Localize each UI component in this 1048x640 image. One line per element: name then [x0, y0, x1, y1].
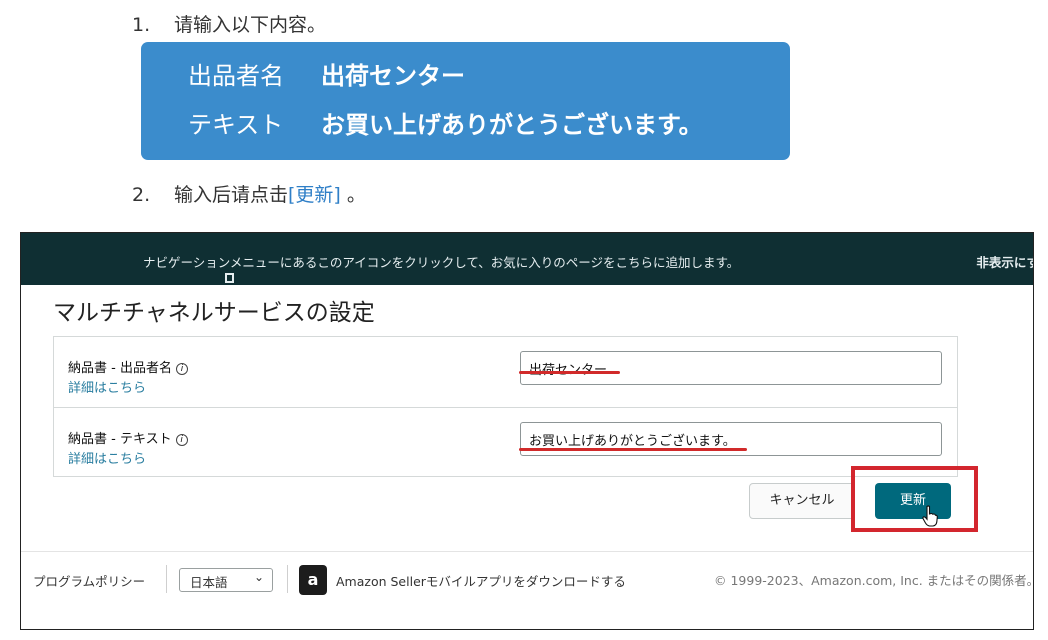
- program-policy-link[interactable]: プログラムポリシー: [33, 571, 145, 590]
- annotation-underline: [519, 448, 747, 451]
- top-navbar: ナビゲーションメニューにあるこのアイコンをクリックして、お気に入りのページをこち…: [21, 233, 1033, 285]
- value-key: テキスト: [188, 111, 284, 139]
- step-text: 请输入以下内容。: [174, 14, 327, 36]
- details-link[interactable]: 詳細はこちら: [68, 448, 146, 467]
- page-title: マルチチャネルサービスの設定: [53, 300, 375, 326]
- footer-separator: [166, 565, 167, 593]
- field-label: 納品書 - テキスト i: [68, 428, 188, 447]
- seller-name-input[interactable]: 出荷センター: [520, 351, 942, 385]
- footer-separator: [287, 565, 288, 593]
- bookmark-icon: [225, 273, 234, 283]
- update-link[interactable]: [更新]: [288, 184, 341, 206]
- step-text-end: 。: [340, 184, 366, 206]
- instruction-step-1: 1. 请输入以下内容。: [132, 10, 326, 37]
- values-highlight-box: 出品者名 出荷センター テキスト お買い上げありがとうございます。: [141, 42, 790, 160]
- hand-cursor-icon: [922, 505, 938, 527]
- annotation-underline: [519, 371, 620, 374]
- footer: プログラムポリシー 日本語 ⌄ a Amazon Sellerモバイルアプリをダウ…: [21, 551, 1034, 629]
- field-row-seller-name: 納品書 - 出品者名i 詳細はこちら 出荷センター: [54, 337, 957, 407]
- cancel-button[interactable]: キャンセル: [749, 483, 855, 519]
- step-number: 2.: [132, 184, 151, 206]
- step-text: 输入后请点击: [174, 184, 289, 206]
- info-icon[interactable]: i: [175, 434, 188, 446]
- info-icon[interactable]: i: [175, 363, 188, 375]
- seller-central-screenshot: ナビゲーションメニューにあるこのアイコンをクリックして、お気に入りのページをこち…: [20, 232, 1034, 630]
- settings-card: 納品書 - 出品者名i 詳細はこちら 出荷センター 納品書 - テキストi 詳細…: [53, 336, 958, 477]
- app-download-link[interactable]: Amazon Sellerモバイルアプリをダウンロードする: [336, 571, 626, 590]
- annotation-highlight-frame: [851, 466, 978, 532]
- step-number: 1.: [132, 14, 151, 36]
- copyright-text: © 1999-2023、Amazon.com, Inc. またはその関係者。: [714, 573, 1034, 588]
- instruction-step-2: 2. 输入后请点击[更新] 。: [132, 180, 366, 207]
- value-row-seller-name: 出品者名 出荷センター: [188, 56, 465, 91]
- amazon-app-icon[interactable]: a: [299, 565, 327, 595]
- hide-link[interactable]: 非表示にす: [976, 252, 1033, 271]
- field-label: 納品書 - 出品者名 i: [68, 357, 188, 376]
- value-text: 出荷センター: [321, 62, 465, 90]
- field-row-text: 納品書 - テキスト i 詳細はこちら お買い上げありがとうございます。: [54, 408, 957, 478]
- details-link[interactable]: 詳細はこちら: [68, 377, 146, 396]
- value-row-text: テキスト お買い上げありがとうございます。: [188, 105, 703, 140]
- value-text: お買い上げありがとうございます。: [321, 111, 703, 139]
- language-select[interactable]: 日本語 ⌄: [179, 568, 273, 592]
- navbar-message: ナビゲーションメニューにあるこのアイコンをクリックして、お気に入りのページをこち…: [123, 252, 739, 283]
- chevron-down-icon: ⌄: [253, 570, 264, 584]
- value-key: 出品者名: [188, 62, 284, 90]
